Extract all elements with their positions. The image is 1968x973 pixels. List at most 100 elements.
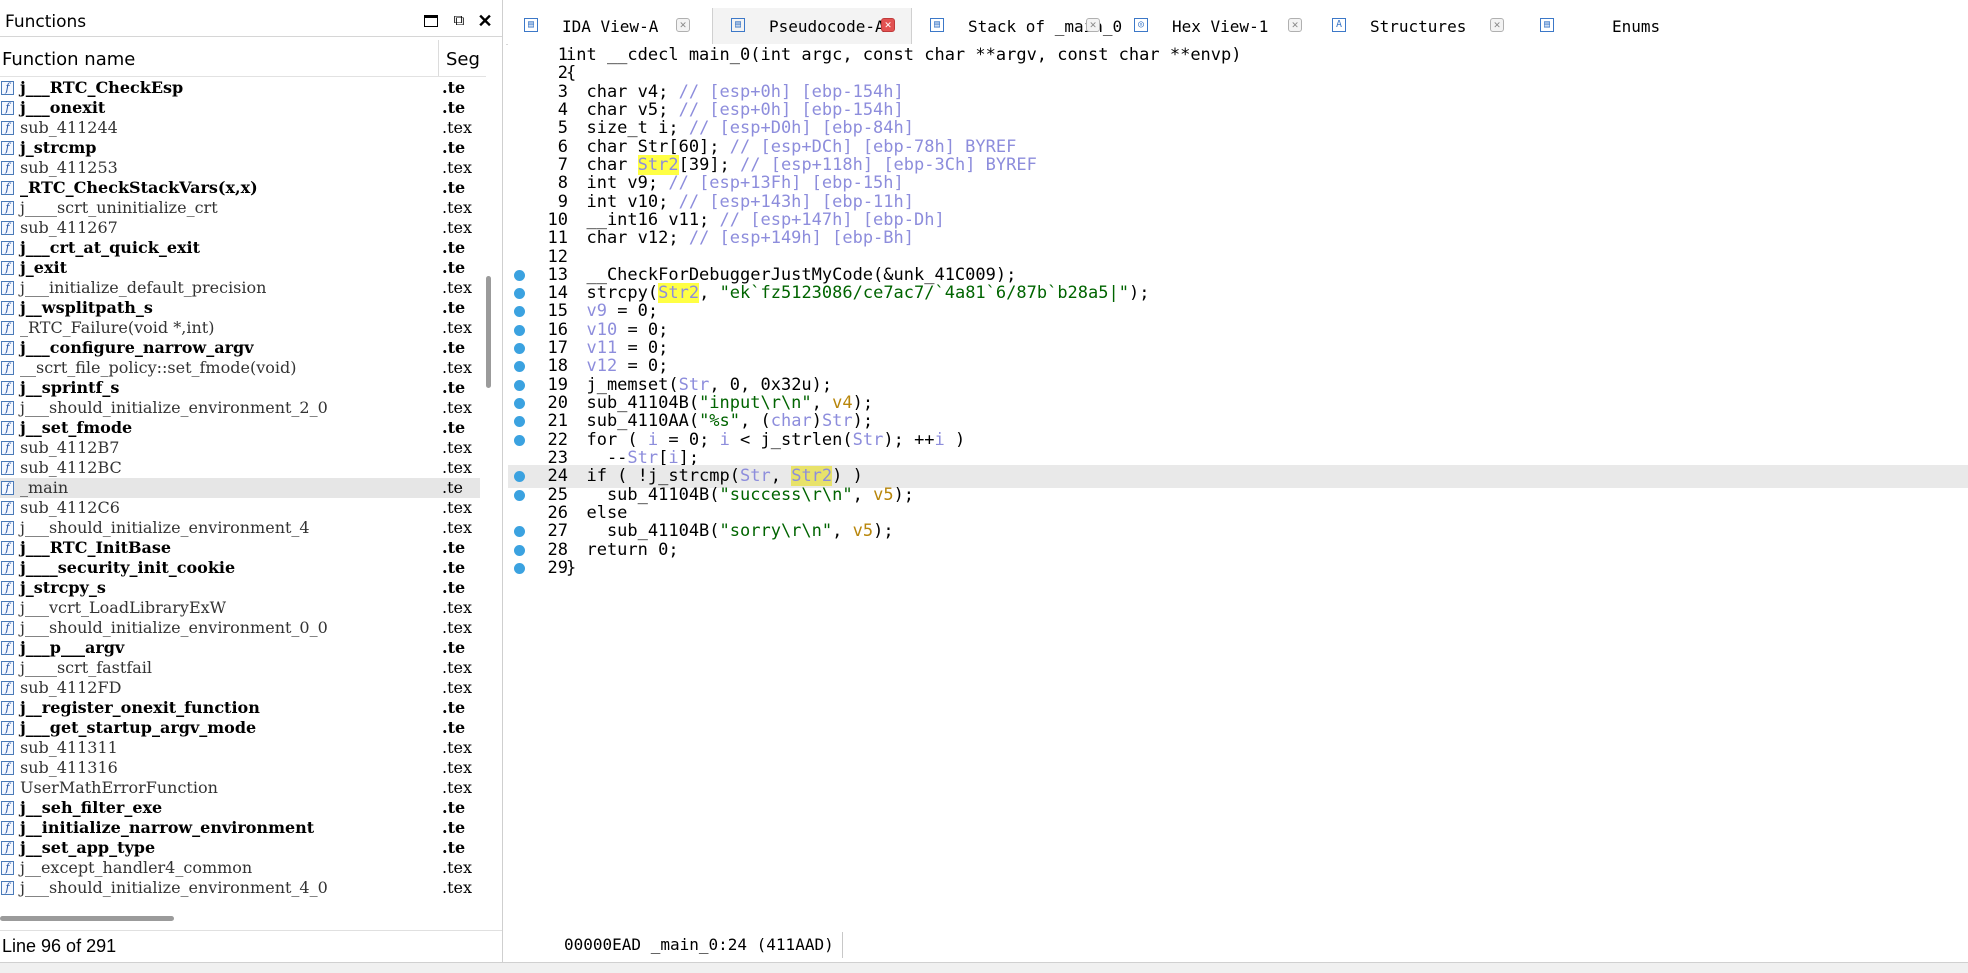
tab-label: Pseudocode-A xyxy=(769,17,885,36)
function-row[interactable]: f j__sprintf_s .te xyxy=(0,378,480,398)
tab-enums[interactable]: ▤ Enums xyxy=(1522,8,1772,44)
functions-list[interactable]: f j___RTC_CheckEsp .te f j___onexit .te f sub_4… xyxy=(0,78,480,898)
function-row[interactable]: f j___RTC_CheckEsp .te xyxy=(0,78,480,98)
function-row[interactable]: f sub_4112B7 .tex xyxy=(0,438,480,458)
function-row[interactable]: f j___RTC_InitBase .te xyxy=(0,538,480,558)
function-row[interactable]: f sub_4112BC .tex xyxy=(0,458,480,478)
function-row[interactable]: f j___should_initialize_environment_4 .tex xyxy=(0,518,480,538)
function-row[interactable]: f j___crt_at_quick_exit .te xyxy=(0,238,480,258)
function-row[interactable]: f __scrt_file_policy::set_fmode(void) .tex xyxy=(0,358,480,378)
breakpoint-dot-icon[interactable] xyxy=(514,361,525,372)
function-row[interactable]: f j__wsplitpath_s .te xyxy=(0,298,480,318)
restore-icon[interactable]: ⧉ xyxy=(450,12,468,30)
breakpoint-dot-icon[interactable] xyxy=(514,306,525,317)
function-row[interactable]: f j____scrt_uninitialize_crt .tex xyxy=(0,198,480,218)
function-row[interactable]: f sub_411316 .tex xyxy=(0,758,480,778)
function-row[interactable]: f sub_411244 .tex xyxy=(0,118,480,138)
vertical-scrollbar[interactable] xyxy=(486,276,491,388)
function-icon: f xyxy=(1,561,14,575)
function-icon: f xyxy=(1,541,14,555)
breakpoint-dot-icon[interactable] xyxy=(514,563,525,574)
tab-close-icon[interactable]: ✕ xyxy=(1490,18,1504,32)
function-row[interactable]: f j__register_onexit_function .te xyxy=(0,698,480,718)
function-name: j__except_handler4_common xyxy=(20,858,253,877)
function-row[interactable]: f j__set_fmode .te xyxy=(0,418,480,438)
tab-close-icon[interactable]: ✕ xyxy=(1288,18,1302,32)
function-row[interactable]: f j____scrt_fastfail .tex xyxy=(0,658,480,678)
function-name: sub_411267 xyxy=(20,218,118,237)
breakpoint-dot-icon[interactable] xyxy=(514,435,525,446)
function-row[interactable]: f sub_4112FD .tex xyxy=(0,678,480,698)
function-row[interactable]: f _main .te xyxy=(0,478,480,498)
function-icon: f xyxy=(1,781,14,795)
function-row[interactable]: f j___p___argv .te xyxy=(0,638,480,658)
tab-close-icon[interactable]: ✕ xyxy=(1086,18,1100,32)
horizontal-scrollbar[interactable] xyxy=(0,916,174,921)
function-row[interactable]: f j___configure_narrow_argv .te xyxy=(0,338,480,358)
code-token: sub_4110AA( xyxy=(566,411,700,431)
function-name: sub_4112C6 xyxy=(20,498,120,517)
column-divider[interactable] xyxy=(438,40,439,76)
column-header-segment[interactable]: Seg xyxy=(446,49,480,70)
function-row[interactable]: f j__initialize_narrow_environment .te xyxy=(0,818,480,838)
tab-structures[interactable]: A Structures ✕ xyxy=(1314,8,1520,44)
enums-icon: ▤ xyxy=(1540,18,1554,32)
function-row[interactable]: f j__except_handler4_common .tex xyxy=(0,858,480,878)
function-icon: f xyxy=(1,341,14,355)
functions-titlebar: Functions ⧉ ✕ xyxy=(0,8,502,37)
function-row[interactable]: f sub_4112C6 .tex xyxy=(0,498,480,518)
breakpoint-dot-icon[interactable] xyxy=(514,288,525,299)
function-icon: f xyxy=(1,441,14,455)
function-row[interactable]: f j___should_initialize_environment_0_0 .t… xyxy=(0,618,480,638)
function-row[interactable]: f sub_411311 .tex xyxy=(0,738,480,758)
function-row[interactable]: f j_exit .te xyxy=(0,258,480,278)
tab-stack-of-main-0[interactable]: ▤ Stack of _main_0 ✕ xyxy=(912,8,1122,44)
breakpoint-dot-icon[interactable] xyxy=(514,270,525,281)
function-row[interactable]: f j_strcmp .te xyxy=(0,138,480,158)
function-row[interactable]: f _RTC_Failure(void *,int) .tex xyxy=(0,318,480,338)
breakpoint-dot-icon[interactable] xyxy=(514,398,525,409)
function-row[interactable]: f j___get_startup_argv_mode .te xyxy=(0,718,480,738)
function-segment: .te xyxy=(442,258,466,277)
code-token: , xyxy=(770,466,792,486)
code-token: ) ) xyxy=(832,466,863,486)
function-row[interactable]: f j___initialize_default_precision .tex xyxy=(0,278,480,298)
function-row[interactable]: f j___onexit .te xyxy=(0,98,480,118)
code-line[interactable]: 29} xyxy=(508,557,1968,580)
function-segment: .tex xyxy=(442,358,473,377)
function-name: j__sprintf_s xyxy=(20,378,120,397)
tab-hex-view-1[interactable]: ◎ Hex View-1 ✕ xyxy=(1116,8,1312,44)
function-row[interactable]: f _RTC_CheckStackVars(x,x) .te xyxy=(0,178,480,198)
function-row[interactable]: f UserMathErrorFunction .tex xyxy=(0,778,480,798)
function-row[interactable]: f sub_411253 .tex xyxy=(0,158,480,178)
function-row[interactable]: f j___should_initialize_environment_4_0 .t… xyxy=(0,878,480,898)
breakpoint-dot-icon[interactable] xyxy=(514,325,525,336)
function-row[interactable]: f j_strcpy_s .te xyxy=(0,578,480,598)
function-row[interactable]: f j___should_initialize_environment_2_0 .t… xyxy=(0,398,480,418)
function-segment: .te xyxy=(442,538,466,557)
function-row[interactable]: f j____security_init_cookie .te xyxy=(0,558,480,578)
function-segment: .tex xyxy=(442,198,473,217)
function-row[interactable]: f j__seh_filter_exe .te xyxy=(0,798,480,818)
pseudocode-view[interactable]: 1 int __cdecl main_0(int argc, const char… xyxy=(508,44,1968,934)
breakpoint-dot-icon[interactable] xyxy=(514,545,525,556)
breakpoint-dot-icon[interactable] xyxy=(514,380,525,391)
function-row[interactable]: f j__set_app_type .te xyxy=(0,838,480,858)
breakpoint-dot-icon[interactable] xyxy=(514,490,525,501)
tab-close-icon[interactable]: ✕ xyxy=(881,18,895,32)
tab-close-icon[interactable]: ✕ xyxy=(676,18,690,32)
function-row[interactable]: f sub_411267 .tex xyxy=(0,218,480,238)
tab-pseudocode-a[interactable]: ▤ Pseudocode-A ✕ xyxy=(712,8,912,44)
function-icon: f xyxy=(1,241,14,255)
breakpoint-dot-icon[interactable] xyxy=(514,343,525,354)
tab-ida-view-a[interactable]: ▤ IDA View-A ✕ xyxy=(506,8,706,44)
breakpoint-dot-icon[interactable] xyxy=(514,416,525,427)
function-row[interactable]: f j___vcrt_LoadLibraryExW .tex xyxy=(0,598,480,618)
breakpoint-dot-icon[interactable] xyxy=(514,471,525,482)
close-icon[interactable]: ✕ xyxy=(476,12,494,30)
column-header-function-name[interactable]: Function name xyxy=(2,49,135,70)
maximize-icon[interactable] xyxy=(422,12,440,30)
breakpoint-dot-icon[interactable] xyxy=(514,526,525,537)
code-token: Str xyxy=(821,411,853,431)
functions-panel: Functions ⧉ ✕ Function name Seg f j___RTC… xyxy=(0,0,503,972)
